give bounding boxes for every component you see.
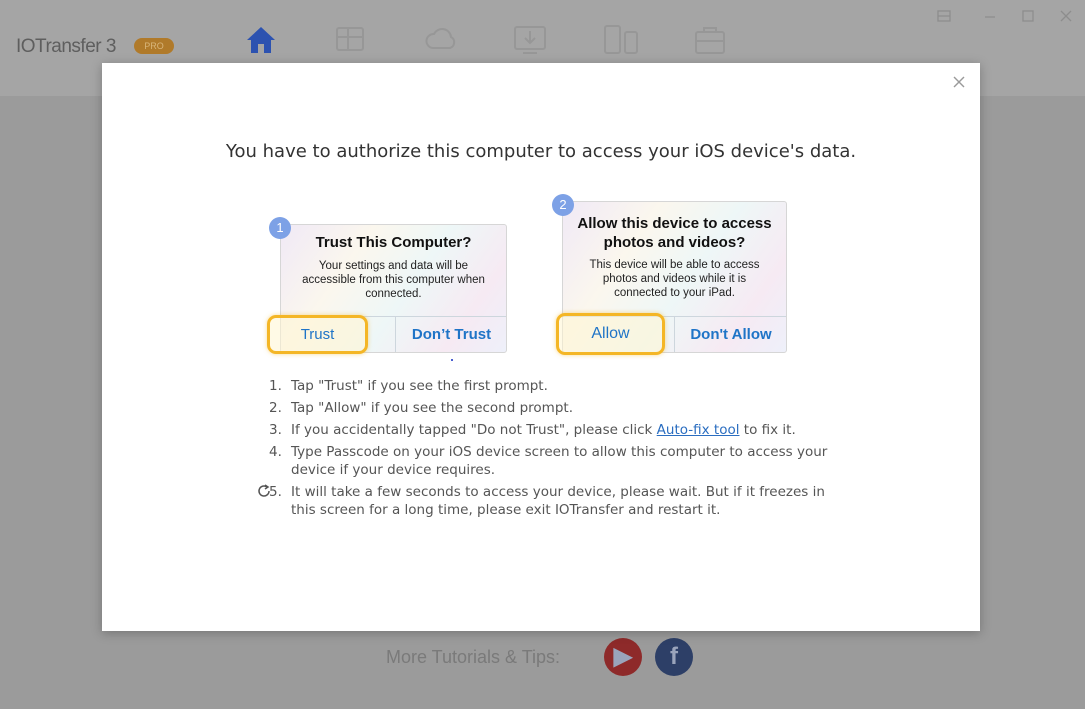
account-icon[interactable] (936, 8, 952, 24)
dont-trust-button: Don’t Trust (395, 317, 506, 352)
step-number: 2. (269, 400, 282, 416)
step-text: It will take a few seconds to access you… (291, 484, 825, 518)
allow-prompt-title: Allow this device to access photos and v… (577, 215, 772, 251)
divider-dot (451, 359, 453, 361)
instruction-step: 3. If you accidentally tapped "Do not Tr… (269, 421, 829, 439)
phone-transfer-icon[interactable] (603, 24, 639, 60)
instruction-step: 2. Tap "Allow" if you see the second pro… (269, 399, 829, 417)
trust-prompt-title: Trust This Computer? (315, 234, 472, 251)
step-text-post: to fix it. (739, 422, 796, 438)
cloud-icon[interactable] (424, 24, 458, 60)
facebook-icon[interactable]: f (655, 638, 693, 676)
download-icon[interactable] (513, 24, 547, 60)
loading-spinner-icon (256, 483, 272, 499)
footer-tips-label: More Tutorials & Tips: (386, 647, 561, 667)
instruction-step: 5. It will take a few seconds to access … (269, 483, 829, 519)
step-text: Tap "Allow" if you see the second prompt… (291, 400, 573, 416)
instruction-list: 1. Tap "Trust" if you see the first prom… (269, 377, 829, 523)
maximize-icon[interactable] (1020, 8, 1036, 24)
instruction-step: 1. Tap "Trust" if you see the first prom… (269, 377, 829, 395)
dont-allow-button: Don't Allow (674, 317, 786, 352)
home-icon[interactable] (245, 24, 277, 60)
dialog-title: You have to authorize this computer to a… (225, 141, 857, 162)
allow-button-highlight: Allow (556, 313, 665, 355)
step-text-pre: If you accidentally tapped "Do not Trust… (291, 422, 657, 438)
allow-prompt-desc: This device will be able to access photo… (589, 259, 760, 299)
grid-icon[interactable] (334, 24, 366, 60)
close-window-icon[interactable] (1058, 8, 1074, 24)
youtube-icon[interactable]: ▶ (604, 638, 642, 676)
step-number: 4. (269, 444, 282, 460)
authorize-dialog: You have to authorize this computer to a… (102, 63, 980, 631)
step-text: Type Passcode on your iOS device screen … (291, 444, 828, 478)
step-badge-1: 1 (269, 217, 291, 239)
toolbox-icon[interactable] (693, 24, 727, 60)
close-icon[interactable] (950, 73, 968, 91)
step-number: 1. (269, 378, 282, 394)
pro-badge: PRO (134, 38, 174, 54)
auto-fix-tool-link[interactable]: Auto-fix tool (657, 422, 740, 438)
step-number: 3. (269, 422, 282, 438)
step-text: Tap "Trust" if you see the first prompt. (291, 378, 548, 394)
instruction-step: 4. Type Passcode on your iOS device scre… (269, 443, 829, 479)
trust-prompt-desc: Your settings and data will be accessibl… (302, 260, 485, 300)
step-badge-2: 2 (552, 194, 574, 216)
app-logo: IOTransfer 3 (16, 36, 116, 57)
minimize-icon[interactable] (982, 8, 998, 24)
trust-button-highlight: Trust (267, 315, 368, 354)
